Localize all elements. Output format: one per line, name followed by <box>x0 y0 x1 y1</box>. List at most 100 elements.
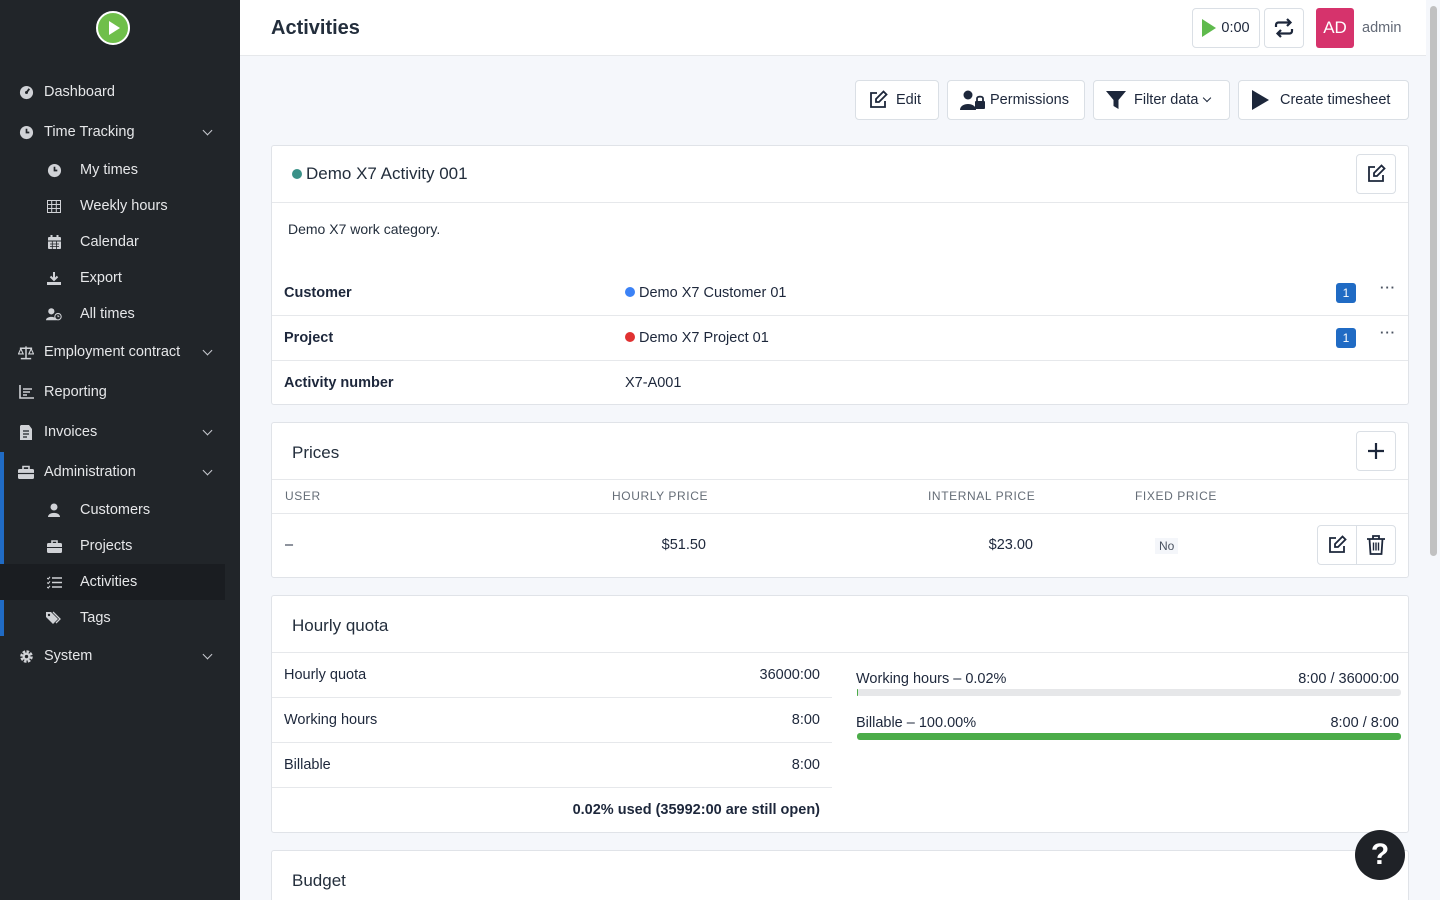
price-hourly: $51.50 <box>661 537 706 553</box>
column-header-fixed-price: FIXED PRICE <box>1135 489 1217 503</box>
user-clock-icon <box>46 306 62 322</box>
project-label: Project <box>284 330 334 346</box>
sidebar-item-reporting[interactable]: Reporting <box>0 374 225 410</box>
chevron-down-icon <box>202 345 213 356</box>
gear-icon <box>18 648 34 664</box>
timer-duration: 0:00 <box>1221 20 1250 36</box>
progress-fill <box>857 733 1401 740</box>
project-link[interactable]: Demo X7 Project 01 <box>625 330 769 346</box>
sidebar-item-label: Employment contract <box>44 344 181 360</box>
permissions-label: Permissions <box>990 92 1069 108</box>
activity-description: Demo X7 work category. <box>288 221 441 237</box>
clock-icon <box>46 162 62 178</box>
billable-value: 8:00 <box>791 757 820 773</box>
scrollbar[interactable] <box>1428 0 1440 900</box>
edit-icon <box>868 90 888 110</box>
divider <box>272 315 1408 316</box>
sidebar-item-employment-contract[interactable]: Employment contract <box>0 334 225 370</box>
customer-count-badge: 1 <box>1336 283 1356 303</box>
hourly-quota-card: Hourly quota Hourly quota 36000:00 Worki… <box>271 595 1409 833</box>
sidebar-item-label: Administration <box>44 464 136 480</box>
customer-link[interactable]: Demo X7 Customer 01 <box>625 285 786 301</box>
sidebar-item-all-times[interactable]: All times <box>0 296 225 332</box>
create-timesheet-button[interactable]: Create timesheet <box>1238 80 1409 120</box>
billable-progress-value: 8:00 / 8:00 <box>1330 715 1399 731</box>
activity-color-dot <box>292 168 302 179</box>
activity-detail-card: Demo X7 Activity 001 Demo X7 work catego… <box>271 145 1409 405</box>
sidebar-item-label: Invoices <box>44 424 98 440</box>
working-hours-progress-label: Working hours – 0.02% <box>856 671 1007 687</box>
invoice-icon <box>18 424 34 440</box>
sidebar: Dashboard Time Tracking My times Weekly … <box>0 0 240 900</box>
activity-title: Demo X7 Activity 001 <box>292 164 468 184</box>
customer-color-dot <box>625 287 635 298</box>
working-hours-value: 8:00 <box>791 712 820 728</box>
hourly-quota-title: Hourly quota <box>292 616 389 635</box>
play-icon <box>1251 90 1269 110</box>
project-name: Demo X7 Project 01 <box>639 330 769 346</box>
chevron-down-icon <box>202 425 213 436</box>
play-icon <box>1202 19 1217 37</box>
help-button[interactable]: ? <box>1355 830 1405 880</box>
delete-price-button[interactable] <box>1356 525 1396 565</box>
avatar[interactable]: AD <box>1316 8 1354 48</box>
sidebar-item-activities[interactable]: Activities <box>0 564 225 600</box>
working-hours-progress-bar <box>857 689 1401 696</box>
app-logo[interactable] <box>96 11 130 45</box>
sidebar-item-label: Export <box>80 270 122 286</box>
column-header-internal-price: INTERNAL PRICE <box>928 489 1036 503</box>
sidebar-item-administration[interactable]: Administration <box>0 454 225 490</box>
scrollbar-thumb[interactable] <box>1430 6 1437 556</box>
permissions-button[interactable]: Permissions <box>947 80 1085 120</box>
sidebar-item-my-times[interactable]: My times <box>0 152 225 188</box>
sidebar-item-calendar[interactable]: Calendar <box>0 224 225 260</box>
divider <box>272 479 1408 480</box>
filter-icon <box>1106 91 1126 109</box>
sidebar-item-export[interactable]: Export <box>0 260 225 296</box>
edit-button[interactable]: Edit <box>855 80 939 120</box>
sidebar-item-system[interactable]: System <box>0 638 225 674</box>
user-lock-icon <box>960 90 986 110</box>
quota-value: 36000:00 <box>759 667 820 683</box>
billable-label: Billable <box>284 757 331 773</box>
quota-summary: 0.02% used (35992:00 are still open) <box>572 802 820 818</box>
divider <box>272 652 1408 653</box>
activity-number-label: Activity number <box>284 375 394 391</box>
sidebar-item-time-tracking[interactable]: Time Tracking <box>0 114 225 150</box>
sidebar-item-label: Weekly hours <box>80 198 168 214</box>
more-icon[interactable]: ··· <box>1380 280 1396 295</box>
edit-activity-button[interactable] <box>1356 154 1396 194</box>
calendar-icon <box>46 234 62 250</box>
trash-icon <box>1367 535 1385 555</box>
filter-data-button[interactable]: Filter data <box>1093 80 1230 120</box>
chevron-down-icon <box>202 125 213 136</box>
sidebar-item-weekly-hours[interactable]: Weekly hours <box>0 188 225 224</box>
user-icon <box>46 502 62 518</box>
billable-progress-label: Billable – 100.00% <box>856 715 977 731</box>
sidebar-item-customers[interactable]: Customers <box>0 492 225 528</box>
sidebar-item-projects[interactable]: Projects <box>0 528 225 564</box>
chevron-down-icon <box>1203 93 1212 103</box>
clock-icon <box>18 124 34 140</box>
edit-price-button[interactable] <box>1317 525 1357 565</box>
user-name[interactable]: admin <box>1362 20 1402 36</box>
start-timer-button[interactable]: 0:00 <box>1192 8 1260 48</box>
divider <box>272 697 832 698</box>
fixed-price-badge: No <box>1155 538 1179 554</box>
add-price-button[interactable] <box>1356 431 1396 471</box>
sidebar-item-label: Time Tracking <box>44 124 135 140</box>
filter-data-label: Filter data <box>1134 92 1199 108</box>
column-header-hourly-price: HOURLY PRICE <box>612 489 709 503</box>
budget-card: Budget <box>271 850 1409 900</box>
sidebar-item-invoices[interactable]: Invoices <box>0 414 225 450</box>
prices-title: Prices <box>292 443 340 462</box>
project-count-badge: 1 <box>1336 328 1356 348</box>
price-internal: $23.00 <box>988 537 1033 553</box>
sidebar-item-dashboard[interactable]: Dashboard <box>0 74 225 110</box>
prices-card: Prices USER HOURLY PRICE INTERNAL PRICE … <box>271 422 1409 578</box>
sidebar-item-tags[interactable]: Tags <box>0 600 225 636</box>
more-icon[interactable]: ··· <box>1380 325 1396 340</box>
briefcase-icon <box>46 538 62 554</box>
edit-icon <box>1368 164 1386 182</box>
restart-button[interactable] <box>1264 8 1304 48</box>
